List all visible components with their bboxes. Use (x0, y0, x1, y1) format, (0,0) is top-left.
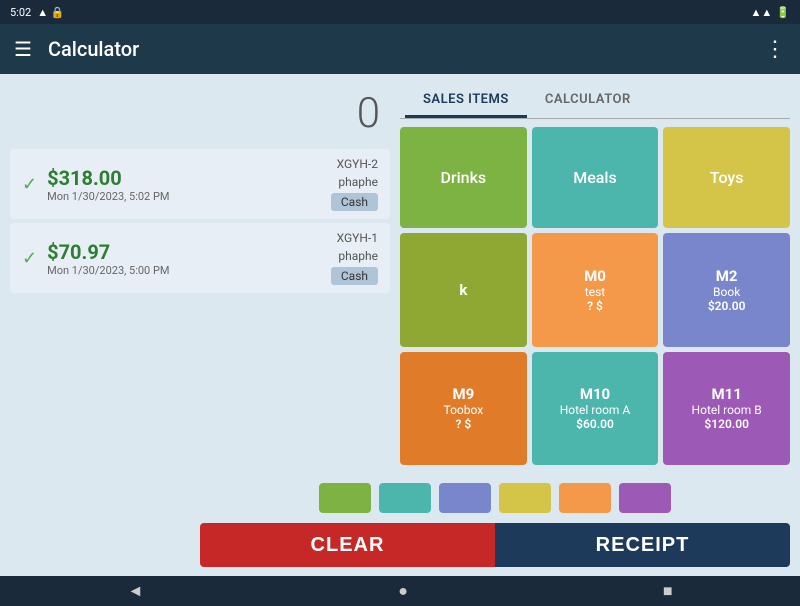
item-name: Hotel room B (692, 403, 762, 417)
item-price: ? $ (587, 299, 603, 313)
item-price: $60.00 (576, 417, 614, 431)
transaction-id: XGYH-2 (337, 157, 378, 171)
item-name: Book (713, 285, 740, 299)
check-icon: ✓ (22, 174, 37, 195)
palette-color-teal[interactable] (379, 483, 431, 513)
item-code: k (459, 281, 467, 299)
transaction-payment: Cash (331, 193, 378, 211)
item-code: M11 (711, 385, 741, 403)
home-button[interactable]: ● (398, 581, 408, 601)
receipt-button[interactable]: RECEIPT (495, 523, 790, 567)
check-icon: ✓ (22, 248, 37, 269)
tab-sales-items[interactable]: SALES ITEMS (405, 84, 527, 118)
transaction-id: XGYH-1 (337, 231, 378, 245)
category-meals[interactable]: Meals (532, 127, 659, 228)
back-button[interactable]: ◄ (127, 581, 143, 601)
status-left: 5:02 ▲ 🔒 (10, 6, 65, 19)
category-drinks[interactable]: Drinks (400, 127, 527, 228)
item-m11[interactable]: M11 Hotel room B $120.00 (663, 352, 790, 465)
item-price: $120.00 (704, 417, 749, 431)
tabs: SALES ITEMS CALCULATOR (400, 84, 790, 119)
item-name: Toobox (443, 403, 483, 417)
transaction-right: XGYH-1 phaphe Cash (331, 231, 378, 285)
palette-color-green[interactable] (319, 483, 371, 513)
bottom-buttons: CLEAR RECEIPT (200, 523, 790, 567)
status-bar: 5:02 ▲ 🔒 ▲▲ 🔋 (0, 0, 800, 24)
item-code: M9 (452, 385, 474, 403)
item-price: $20.00 (708, 299, 746, 313)
item-m10[interactable]: M10 Hotel room A $60.00 (532, 352, 659, 465)
tab-calculator[interactable]: CALCULATOR (527, 84, 649, 118)
transaction-user: phaphe (338, 175, 378, 189)
category-toys[interactable]: Toys (663, 127, 790, 228)
transaction-amount: $318.00 (47, 166, 331, 190)
transactions-list: ✓ $318.00 Mon 1/30/2023, 5:02 PM XGYH-2 … (10, 149, 390, 293)
sales-grid: Drinks Meals Toys k M0 test ? $ M2 Book … (400, 127, 790, 465)
color-palette (200, 475, 790, 519)
item-m0[interactable]: M0 test ? $ (532, 233, 659, 346)
palette-color-yellow[interactable] (499, 483, 551, 513)
status-icons: ▲ 🔒 (37, 6, 64, 19)
item-code: M2 (716, 267, 738, 285)
transaction-info: $70.97 Mon 1/30/2023, 5:00 PM (47, 240, 331, 277)
battery-icon: 🔋 (776, 6, 790, 19)
transaction-user: phaphe (338, 249, 378, 263)
item-code: M0 (584, 267, 606, 285)
transaction-info: $318.00 Mon 1/30/2023, 5:02 PM (47, 166, 331, 203)
transaction-right: XGYH-2 phaphe Cash (331, 157, 378, 211)
toolbar: ☰ Calculator ⋮ (0, 24, 800, 74)
main-content: 0 ✓ $318.00 Mon 1/30/2023, 5:02 PM XGYH-… (0, 74, 800, 470)
transaction-date: Mon 1/30/2023, 5:00 PM (47, 264, 331, 277)
transaction-amount: $70.97 (47, 240, 331, 264)
display-number: 0 (10, 84, 390, 143)
clear-button[interactable]: CLEAR (200, 523, 495, 567)
status-right: ▲▲ 🔋 (751, 6, 790, 19)
right-panel: SALES ITEMS CALCULATOR Drinks Meals Toys… (400, 74, 800, 470)
left-panel: 0 ✓ $318.00 Mon 1/30/2023, 5:02 PM XGYH-… (0, 74, 400, 470)
item-name: test (585, 285, 605, 299)
status-time: 5:02 (10, 6, 31, 19)
item-m9[interactable]: M9 Toobox ? $ (400, 352, 527, 465)
item-name: Hotel room A (560, 403, 631, 417)
palette-color-purple[interactable] (619, 483, 671, 513)
item-code: M10 (580, 385, 610, 403)
item-price: ? $ (455, 417, 471, 431)
palette-color-orange[interactable] (559, 483, 611, 513)
item-m2[interactable]: M2 Book $20.00 (663, 233, 790, 346)
toolbar-title: Calculator (48, 37, 748, 61)
transaction-payment: Cash (331, 267, 378, 285)
palette-color-blue[interactable] (439, 483, 491, 513)
transaction-date: Mon 1/30/2023, 5:02 PM (47, 190, 331, 203)
wifi-icon: ▲▲ (751, 6, 773, 19)
item-k[interactable]: k (400, 233, 527, 346)
more-icon[interactable]: ⋮ (764, 37, 786, 62)
transaction-item[interactable]: ✓ $318.00 Mon 1/30/2023, 5:02 PM XGYH-2 … (10, 149, 390, 219)
action-area: CLEAR RECEIPT (0, 470, 800, 576)
menu-icon[interactable]: ☰ (14, 37, 32, 61)
transaction-item[interactable]: ✓ $70.97 Mon 1/30/2023, 5:00 PM XGYH-1 p… (10, 223, 390, 293)
nav-bar: ◄ ● ■ (0, 576, 800, 606)
recent-button[interactable]: ■ (663, 581, 673, 601)
